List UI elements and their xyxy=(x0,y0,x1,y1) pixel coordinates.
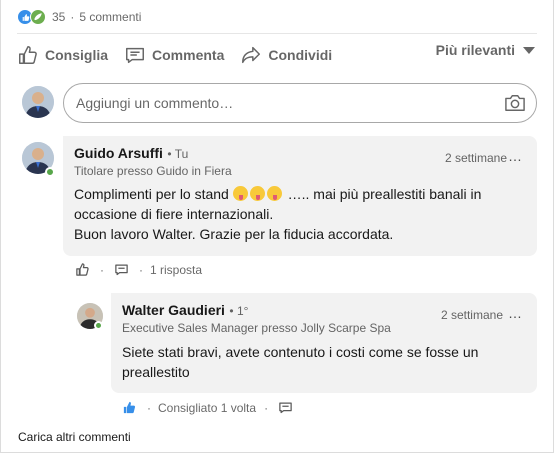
actions-separator: · xyxy=(139,262,143,277)
liked-count-link[interactable]: Consigliato 1 volta xyxy=(158,401,256,415)
connection-degree: • Tu xyxy=(167,147,189,161)
reply-timestamp: 2 settimane xyxy=(440,308,503,322)
sort-label: Più rilevanti xyxy=(435,42,515,58)
reply-actions: · Consigliato 1 volta · xyxy=(122,400,293,415)
thumbs-up-icon xyxy=(19,46,37,64)
caret-down-icon xyxy=(523,46,535,54)
current-user-avatar[interactable] xyxy=(22,86,54,118)
like-button-label: Consiglia xyxy=(45,47,109,63)
online-status-indicator xyxy=(45,167,55,177)
reply-author-headline: Executive Sales Manager presso Jolly Sca… xyxy=(122,321,391,335)
comment-timestamp: 2 settimane xyxy=(444,151,507,165)
more-options-icon[interactable]: … xyxy=(508,305,523,321)
actions-separator: · xyxy=(147,400,151,415)
comment-bubble: Guido Arsuffi • Tu Titolare presso Guido… xyxy=(63,136,537,256)
comment-reply-button[interactable] xyxy=(114,262,129,277)
reply-like-button[interactable] xyxy=(122,400,137,415)
comment-actions: · · 1 risposta xyxy=(75,262,202,277)
tongue-emoji-icon xyxy=(249,186,265,201)
share-button[interactable]: Condividi xyxy=(232,37,340,73)
connection-degree: • 1° xyxy=(229,304,249,318)
more-options-icon[interactable]: … xyxy=(508,148,523,164)
counts-separator: · xyxy=(70,10,75,24)
thumbs-up-filled-icon xyxy=(123,401,136,414)
social-counts[interactable]: 35 · 5 commenti xyxy=(17,8,141,26)
support-reaction-icon xyxy=(30,9,46,25)
reaction-count[interactable]: 35 xyxy=(52,10,65,24)
camera-icon[interactable] xyxy=(504,93,526,113)
tongue-emoji-icon xyxy=(232,186,248,201)
sort-dropdown[interactable]: Più rilevanti xyxy=(436,42,535,58)
reply-reply-button[interactable] xyxy=(278,400,293,415)
comment-author-name[interactable]: Guido Arsuffi xyxy=(74,145,163,161)
reply-icon xyxy=(115,264,128,276)
comment-input[interactable]: Aggiungi un commento… xyxy=(63,83,537,123)
comment-input-placeholder: Aggiungi un commento… xyxy=(76,95,234,111)
reply-text: Siete stati bravi, avete contenuto i cos… xyxy=(122,344,479,380)
load-more-comments-button[interactable]: Carica altri commenti xyxy=(18,430,131,444)
reply-author-name[interactable]: Walter Gaudieri xyxy=(122,302,225,318)
actions-separator: · xyxy=(264,400,269,415)
reply-icon xyxy=(279,402,292,414)
comment-text: Complimenti per lo stand ….. mai più pre… xyxy=(74,184,504,244)
comments-count[interactable]: 5 commenti xyxy=(79,10,141,24)
reply-bubble: Walter Gaudieri • 1° Executive Sales Man… xyxy=(111,293,537,393)
comment-button-label: Commenta xyxy=(152,47,225,63)
share-button-label: Condividi xyxy=(268,47,333,63)
like-button[interactable]: Consiglia xyxy=(9,37,116,73)
comment-text-part: Complimenti per lo stand xyxy=(74,186,229,202)
action-bar: Consiglia Commenta Condividi xyxy=(9,36,340,74)
comment-text-part: Buon lavoro Walter. Grazie per la fiduci… xyxy=(74,226,394,242)
tongue-emoji-icon xyxy=(266,186,282,201)
comment-icon xyxy=(126,47,144,64)
share-arrow-icon xyxy=(242,46,261,64)
replies-count-link[interactable]: 1 risposta xyxy=(150,263,202,277)
comments-panel: 35 · 5 commenti Consiglia Commenta Condi… xyxy=(0,0,554,453)
thumbs-up-icon xyxy=(76,263,89,276)
divider xyxy=(17,33,537,34)
online-status-indicator xyxy=(94,321,103,330)
comment-author-headline: Titolare presso Guido in Fiera xyxy=(74,164,232,178)
comment-button[interactable]: Commenta xyxy=(116,37,232,73)
actions-separator: · xyxy=(100,262,104,277)
comment-like-button[interactable] xyxy=(75,262,90,277)
